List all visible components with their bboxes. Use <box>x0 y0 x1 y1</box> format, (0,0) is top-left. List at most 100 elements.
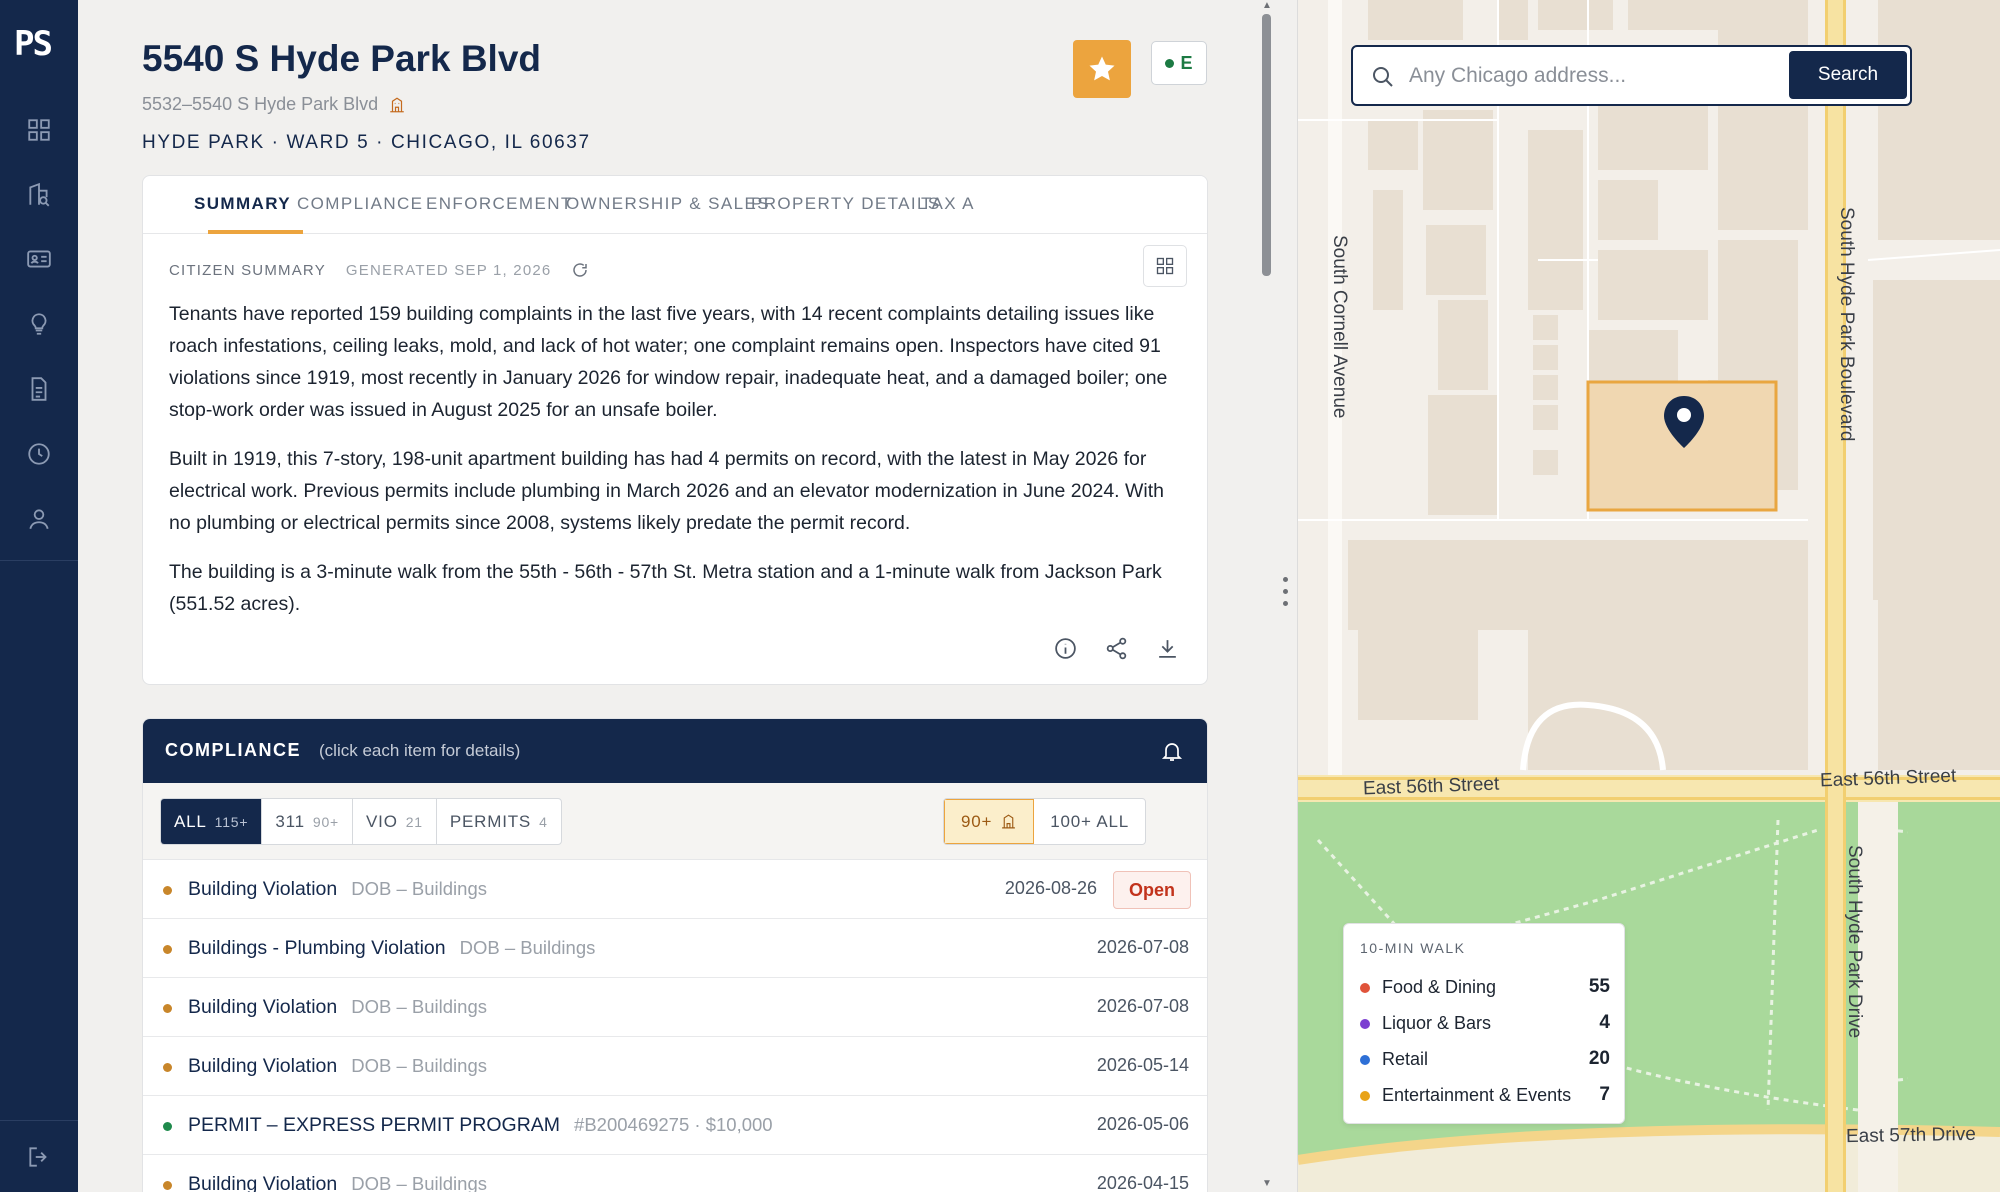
row-title: Building Violation <box>188 996 338 1018</box>
row-title: PERMIT – EXPRESS PERMIT PROGRAM <box>188 1114 561 1136</box>
bell-icon[interactable] <box>1160 739 1184 763</box>
tab-active-indicator <box>208 230 303 234</box>
row-title: Building Violation <box>188 878 338 900</box>
range-filter-group: 90+ 100+ ALL <box>943 798 1146 845</box>
summary-paragraph: The building is a 3-minute walk from the… <box>169 561 1162 615</box>
filter-label: PERMITS <box>449 811 532 831</box>
scroll-down-arrow[interactable]: ▼ <box>1262 1178 1272 1189</box>
street-label: South Hyde Park Boulevard <box>1836 207 1857 442</box>
walk-category[interactable]: Retail 20 <box>1360 1047 1610 1073</box>
user-icon[interactable] <box>22 502 56 536</box>
search-icon <box>1371 65 1395 89</box>
row-source: DOB – Buildings <box>351 878 487 899</box>
splitter-handle-icon[interactable] <box>1283 577 1288 613</box>
filter-label: ALL <box>174 811 207 831</box>
dashboard-icon[interactable] <box>22 113 56 147</box>
category-label: Liquor & Bars <box>1382 1013 1492 1033</box>
summary-label: CITIZEN SUMMARY <box>169 261 326 279</box>
status-dot <box>163 886 172 895</box>
filter-311[interactable]: 311 90+ <box>262 799 354 844</box>
row-source: DOB – Buildings <box>351 1055 487 1076</box>
category-count: 20 <box>1588 1048 1610 1069</box>
energy-grade-badge[interactable]: E <box>1151 41 1207 85</box>
tab-compliance[interactable]: COMPLIANCE <box>297 194 423 214</box>
refresh-icon[interactable] <box>571 261 589 279</box>
walk-category[interactable]: Food & Dining 55 <box>1360 975 1610 1001</box>
building-icon[interactable] <box>388 96 406 114</box>
compliance-row[interactable]: PERMIT – EXPRESS PERMIT PROGRAM #B2004692… <box>143 1096 1207 1155</box>
walk-category[interactable]: Liquor & Bars 4 <box>1360 1011 1610 1037</box>
energy-dot-icon <box>1165 58 1175 68</box>
summary-paragraph: Built in 1919, this 7-story, 198-unit ap… <box>169 448 1165 534</box>
main-panel: 5540 S Hyde Park Blvd 5532–5540 S Hyde P… <box>78 0 1261 1192</box>
tab-ownership-sales[interactable]: OWNERSHIP & SALES <box>566 194 770 214</box>
scroll-up-arrow[interactable]: ▲ <box>1262 0 1272 11</box>
info-icon[interactable] <box>1053 636 1078 661</box>
filter-100-plus-all[interactable]: 100+ ALL <box>1034 799 1145 844</box>
street-label: South Hyde Park Drive <box>1844 845 1865 1039</box>
category-dot <box>1360 1055 1370 1065</box>
row-source: #B200469275 · $10,000 <box>574 1114 773 1135</box>
lightbulb-icon[interactable] <box>22 307 56 341</box>
document-icon[interactable] <box>22 372 56 406</box>
compliance-row[interactable]: Building Violation DOB – Buildings 2026-0… <box>143 978 1207 1037</box>
compliance-row[interactable]: Building Violation DOB – Buildings 2026-0… <box>143 1037 1207 1096</box>
tab-enforcement[interactable]: ENFORCEMENT <box>426 194 573 214</box>
row-title: Building Violation <box>188 1173 338 1192</box>
favorite-button[interactable] <box>1073 40 1131 98</box>
row-title: Building Violation <box>188 1055 338 1077</box>
tab-tax[interactable]: TAX A <box>921 194 975 214</box>
download-icon[interactable] <box>1155 636 1180 661</box>
street-label: South Cornell Avenue <box>1329 235 1350 419</box>
compliance-section: COMPLIANCE (click each item for details)… <box>142 718 1208 1192</box>
filter-vio[interactable]: VIO 21 <box>353 799 437 844</box>
layout-grid-button[interactable] <box>1143 245 1187 287</box>
compliance-row[interactable]: Building Violation DOB – Buildings 2026-0… <box>143 1155 1207 1192</box>
search-building-icon[interactable] <box>22 178 56 212</box>
status-dot <box>163 1063 172 1072</box>
walk-category[interactable]: Entertainment & Events 7 <box>1360 1083 1610 1109</box>
filter-90-plus[interactable]: 90+ <box>944 799 1035 844</box>
street-label: East 57th Drive <box>1845 1123 1977 1148</box>
filter-count: 115+ <box>214 813 249 830</box>
tab-fade <box>1149 176 1207 233</box>
tab-summary[interactable]: SUMMARY <box>194 194 291 214</box>
map-view[interactable]: South Cornell Avenue South Hyde Park Bou… <box>1298 0 2000 1192</box>
search-input[interactable] <box>1409 59 1789 93</box>
walk-score-panel: 10-MIN WALK Food & Dining 55 Liquor & Ba… <box>1343 923 1625 1124</box>
compliance-row[interactable]: Buildings - Plumbing Violation DOB – Buil… <box>143 919 1207 978</box>
row-date: 2026-05-14 <box>1096 1055 1189 1075</box>
row-title: Buildings - Plumbing Violation <box>188 937 446 959</box>
summary-generated: GENERATED SEP 1, 2026 <box>345 261 552 279</box>
page-title: 5540 S Hyde Park Blvd <box>142 38 541 79</box>
row-source: DOB – Buildings <box>459 937 596 958</box>
sidebar-divider <box>0 560 78 561</box>
sidebar: PS <box>0 0 78 1192</box>
share-icon[interactable] <box>1104 636 1129 661</box>
history-icon[interactable] <box>22 437 56 471</box>
tab-property-details[interactable]: PROPERTY DETAILS <box>751 194 941 214</box>
logout-icon[interactable] <box>22 1140 56 1174</box>
tab-bar: SUMMARY COMPLIANCE ENFORCEMENT OWNERSHIP… <box>143 176 1207 234</box>
category-label: Food & Dining <box>1382 977 1497 997</box>
status-badge: Open <box>1113 871 1191 909</box>
star-icon <box>1089 56 1115 81</box>
category-dot <box>1360 1019 1370 1029</box>
sidebar-divider <box>0 1120 78 1121</box>
status-dot <box>163 1122 172 1131</box>
summary-paragraph: Tenants have reported 159 building compl… <box>169 303 1168 421</box>
row-source: DOB – Buildings <box>351 1173 487 1192</box>
compliance-row[interactable]: Building Violation DOB – Buildings 2026-0… <box>143 860 1207 919</box>
filter-label: 100+ ALL <box>1050 811 1129 831</box>
row-date: 2026-07-08 <box>1096 937 1189 957</box>
scrollbar-thumb[interactable] <box>1262 14 1271 276</box>
app-logo[interactable]: PS <box>14 24 64 64</box>
search-button[interactable]: Search <box>1789 51 1907 99</box>
filter-permits[interactable]: PERMITS 4 <box>437 799 561 844</box>
filter-label: 311 <box>275 811 305 831</box>
id-card-icon[interactable] <box>22 242 56 276</box>
filter-label: 90+ <box>961 811 993 831</box>
row-date: 2026-07-08 <box>1096 996 1189 1016</box>
status-dot <box>163 1004 172 1013</box>
filter-all[interactable]: ALL 115+ <box>161 799 263 844</box>
